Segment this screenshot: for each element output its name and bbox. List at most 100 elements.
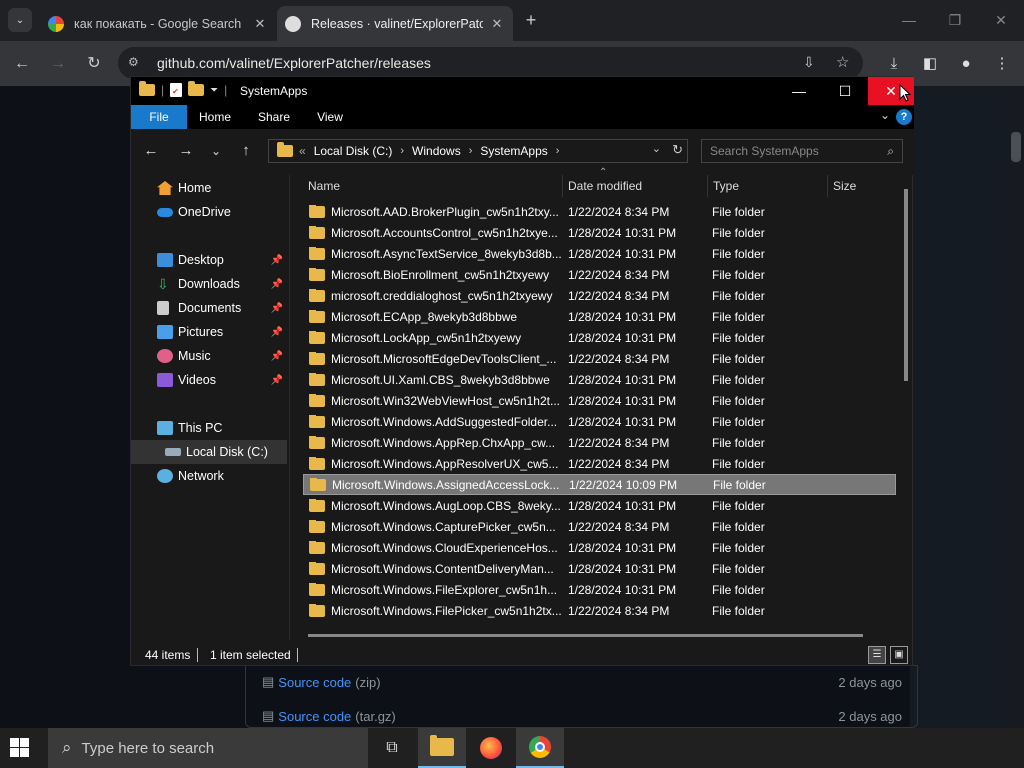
pin-icon[interactable]: 📌 [271,375,283,386]
menu-icon[interactable]: ⋮ [991,53,1013,75]
expand-ribbon-icon[interactable]: ⌄ [880,108,890,122]
file-row[interactable]: Microsoft.Windows.FilePicker_cw5n1h2tx..… [303,600,896,621]
nav-item-desktop[interactable]: Desktop 📌 [131,248,287,272]
nav-item-downloads[interactable]: ⇩ Downloads 📌 [131,272,287,296]
chevron-right-icon[interactable]: › [400,145,404,157]
site-info-icon[interactable]: ⚙ [128,55,144,71]
nav-item-home[interactable]: Home [131,176,287,200]
file-row[interactable]: Microsoft.Windows.AppResolverUX_cw5... 1/… [303,453,896,474]
pin-icon[interactable]: 📌 [271,327,283,338]
chrome-taskbar-icon[interactable] [516,728,564,768]
new-tab-button[interactable]: + [520,9,542,31]
nav-item-documents[interactable]: Documents 📌 [131,296,287,320]
file-row[interactable]: Microsoft.Windows.CapturePicker_cw5n... 1… [303,516,896,537]
pin-icon[interactable]: 📌 [271,255,283,266]
nav-item-pictures[interactable]: Pictures 📌 [131,320,287,344]
breadcrumb-windows[interactable]: Windows [412,144,461,158]
taskbar-search-box[interactable]: ⌕ Type here to search [48,728,368,768]
chevron-right-icon[interactable]: › [556,145,560,157]
chevron-right-icon[interactable]: › [469,145,473,157]
start-button[interactable] [10,738,30,758]
pin-icon[interactable]: 📌 [271,279,283,290]
maximize-icon[interactable]: ☐ [822,77,868,105]
task-view-icon[interactable]: ⧉ [368,728,416,768]
tab-google-search[interactable]: как покакать - Google Search ✕ [40,6,276,41]
forward-icon[interactable]: → [46,53,70,75]
search-input[interactable]: Search SystemApps ⌕ [701,139,903,163]
minimize-icon[interactable]: — [894,8,924,32]
details-view-icon[interactable]: ☰ [868,646,886,664]
tab-github-releases[interactable]: Releases · valinet/ExplorerPatcher ✕ [277,6,513,41]
refresh-icon[interactable]: ↻ [672,142,683,158]
help-icon[interactable]: ? [896,109,912,125]
breadcrumb-overflow[interactable]: « [299,144,306,158]
close-icon[interactable]: ✕ [986,8,1016,32]
nav-item-local-disk[interactable]: Local Disk (C:) [131,440,287,464]
file-row[interactable]: Microsoft.LockApp_cw5n1h2txyewy 1/28/2024… [303,327,896,348]
nav-item-videos[interactable]: Videos 📌 [131,368,287,392]
file-row[interactable]: Microsoft.BioEnrollment_cw5n1h2txyewy 1/2… [303,264,896,285]
side-panel-icon[interactable]: ◧ [919,53,941,75]
asset-link[interactable]: Source code [278,709,351,724]
large-icons-view-icon[interactable]: ▣ [890,646,908,664]
bookmark-star-icon[interactable]: ☆ [836,53,849,71]
file-row[interactable]: Microsoft.Windows.AugLoop.CBS_8weky... 1/… [303,495,896,516]
tab-file[interactable]: File [131,105,187,129]
customize-qat-icon[interactable]: ⏷ [210,85,218,96]
file-row[interactable]: Microsoft.Windows.AppRep.ChxApp_cw... 1/2… [303,432,896,453]
restore-icon[interactable]: ❐ [940,8,970,32]
column-header-name[interactable]: Name [303,175,563,197]
tab-home[interactable]: Home [193,105,237,129]
file-row[interactable]: Microsoft.Win32WebViewHost_cw5n1h2t... 1/… [303,390,896,411]
nav-item-onedrive[interactable]: OneDrive [131,200,287,224]
nav-item-thispc[interactable]: This PC [131,416,287,440]
file-row[interactable]: Microsoft.Windows.FileExplorer_cw5n1h...… [303,579,896,600]
file-row[interactable]: Microsoft.ECApp_8wekyb3d8bbwe 1/28/2024 1… [303,306,896,327]
file-row[interactable]: Microsoft.AsyncTextService_8wekyb3d8b...… [303,243,896,264]
file-row[interactable]: Microsoft.Windows.CloudExperienceHos... 1… [303,537,896,558]
install-app-icon[interactable]: ⇩ [803,54,815,71]
address-dropdown-icon[interactable]: ⌄ [652,142,661,155]
tab-share[interactable]: Share [251,105,297,129]
properties-icon[interactable]: ✔ [170,83,183,97]
column-header-type[interactable]: Type [708,175,828,197]
asset-link[interactable]: Source code [278,675,351,690]
file-explorer-taskbar-icon[interactable] [418,728,466,768]
minimize-icon[interactable]: — [776,77,822,105]
file-row[interactable]: microsoft.creddialoghost_cw5n1h2txyewy 1/… [303,285,896,306]
file-row[interactable]: Microsoft.Windows.ContentDeliveryMan... 1… [303,558,896,579]
up-icon[interactable]: ↑ [236,141,256,161]
address-bar[interactable]: « Local Disk (C:) › Windows › SystemApps… [268,139,688,163]
recent-locations-icon[interactable]: ⌄ [206,141,226,161]
firefox-taskbar-icon[interactable] [467,728,515,768]
vertical-scrollbar[interactable] [904,189,908,381]
file-row[interactable]: Microsoft.Windows.AssignedAccessLock... 1… [303,474,896,495]
nav-item-network[interactable]: Network [131,464,287,488]
column-header-date[interactable]: Date modified [563,175,708,197]
horizontal-scrollbar[interactable] [308,634,863,637]
file-row[interactable]: Microsoft.UI.Xaml.CBS_8wekyb3d8bbwe 1/28/… [303,369,896,390]
downloads-icon[interactable]: ⤓ [883,53,905,75]
reload-icon[interactable]: ↻ [82,53,106,75]
column-header-size[interactable]: Size [828,175,896,197]
breadcrumb-local-disk[interactable]: Local Disk (C:) [314,144,393,158]
file-row[interactable]: Microsoft.AAD.BrokerPlugin_cw5n1h2txy...… [303,201,896,222]
tab-view[interactable]: View [309,105,351,129]
file-row[interactable]: Microsoft.Windows.AddSuggestedFolder... 1… [303,411,896,432]
forward-icon[interactable]: → [176,141,196,161]
back-icon[interactable]: ← [141,141,161,161]
back-icon[interactable]: ← [10,53,34,75]
profile-icon[interactable]: ● [955,53,977,75]
asset-source-zip[interactable]: ▤ Source code (zip) [262,672,381,692]
close-tab-icon[interactable]: ✕ [252,16,268,32]
breadcrumb-systemapps[interactable]: SystemApps [480,144,547,158]
file-row[interactable]: Microsoft.MicrosoftEdgeDevToolsClient_..… [303,348,896,369]
pin-icon[interactable]: 📌 [271,351,283,362]
address-bar[interactable]: ⚙ github.com/valinet/ExplorerPatcher/rel… [118,47,863,79]
explorer-title-bar[interactable]: | ✔ ⏷ | SystemApps — ☐ ✕ [131,77,914,105]
pane-splitter[interactable] [289,175,290,640]
close-tab-icon[interactable]: ✕ [489,16,505,32]
file-row[interactable]: Microsoft.AccountsControl_cw5n1h2txye...… [303,222,896,243]
new-folder-icon[interactable] [188,81,205,96]
page-scrollbar[interactable] [1008,86,1024,728]
